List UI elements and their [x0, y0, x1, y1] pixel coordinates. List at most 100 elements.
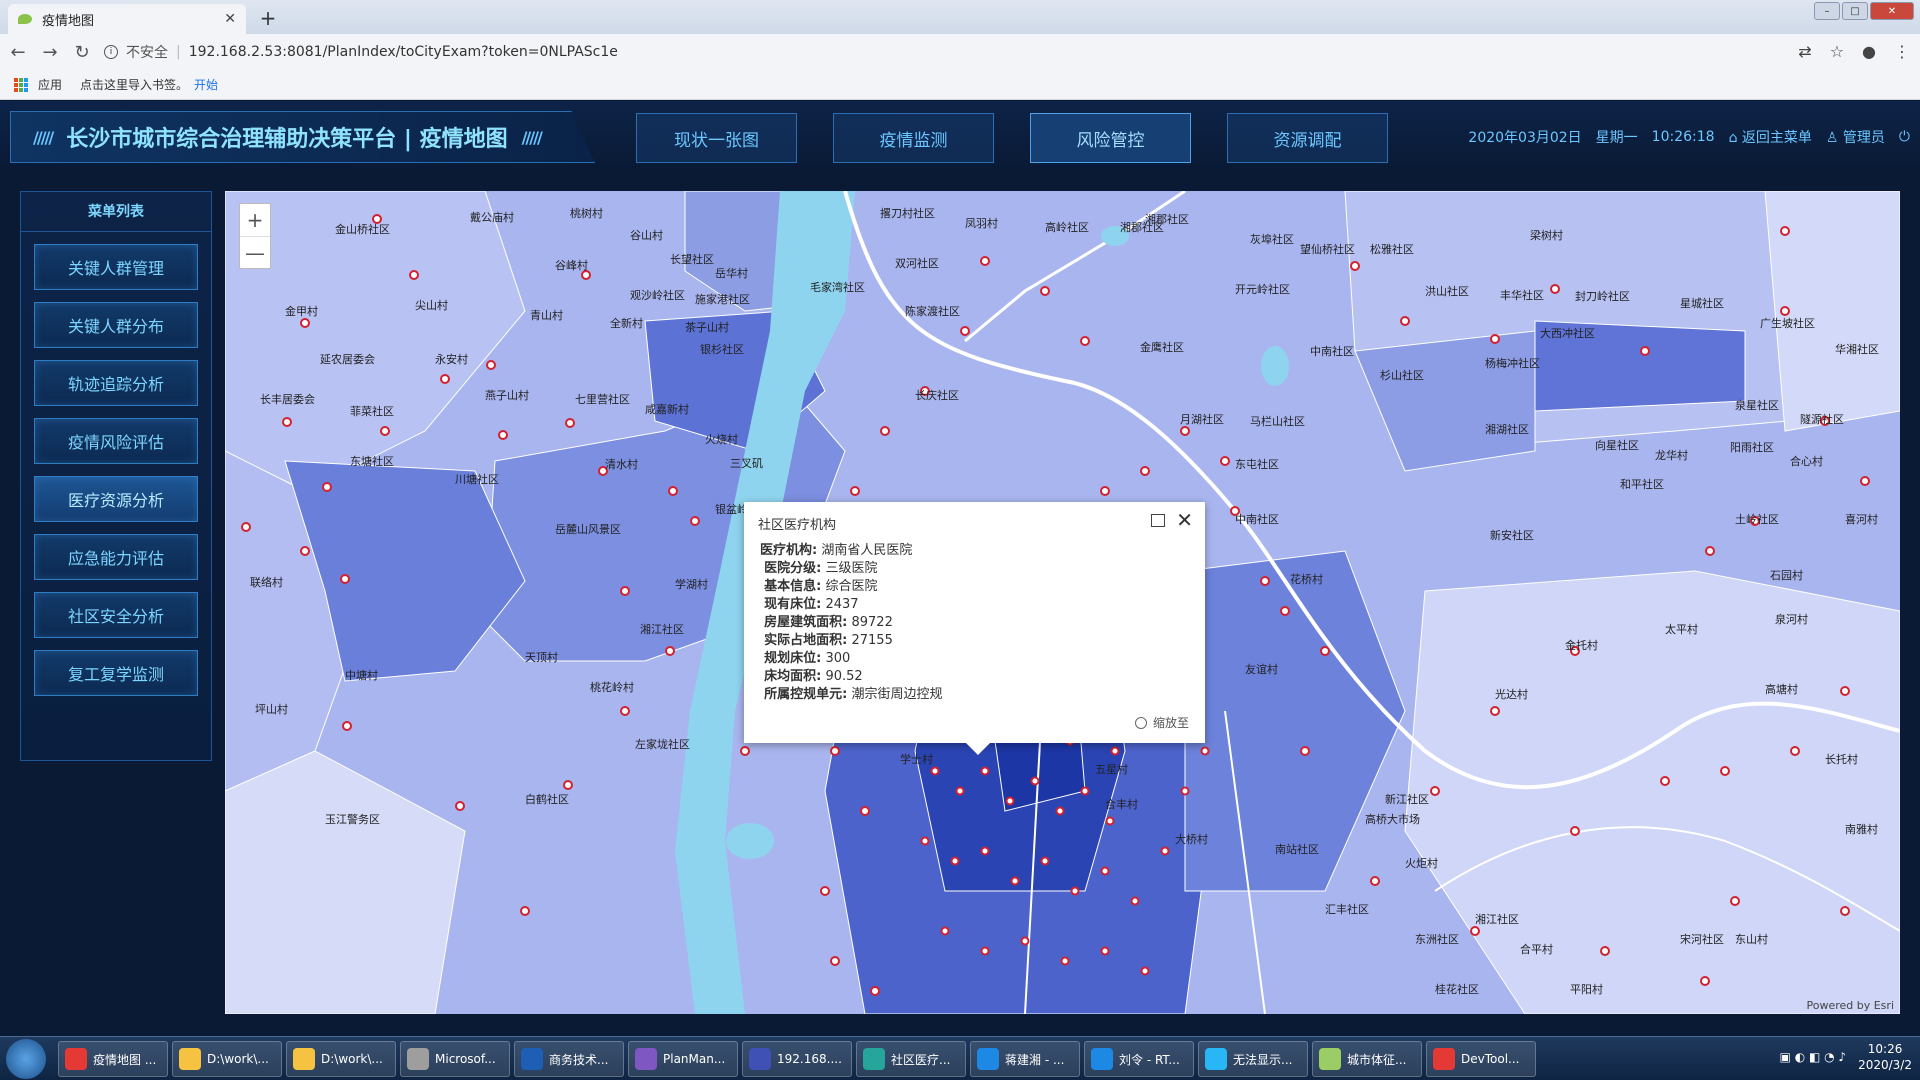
map-place-label: 三叉矶 [730, 457, 763, 470]
maximize-button[interactable]: □ [1842, 2, 1868, 20]
taskbar-task[interactable]: DevTool... [1426, 1041, 1536, 1077]
popup-row: 实际占地面积: 27155 [764, 633, 893, 648]
sidebar-item-key-people[interactable]: 关键人群管理 [34, 244, 198, 290]
taskbar-task[interactable]: D:\work\... [286, 1041, 396, 1077]
browser-titlebar: 疫情地图 ✕ + – □ ✕ [0, 0, 1920, 34]
app-icon [635, 1048, 657, 1070]
task-label: D:\work\... [207, 1052, 269, 1066]
bookmarks-start-link[interactable]: 开始 [194, 76, 218, 93]
taskbar-task[interactable]: 无法显示... [1198, 1041, 1308, 1077]
zoom-to-button[interactable]: 缩放至 [1134, 714, 1189, 731]
stripe-decoration-icon: ///// [33, 127, 54, 147]
map-place-label: 马栏山社区 [1250, 415, 1305, 428]
reload-icon[interactable]: ↻ [68, 42, 96, 63]
sidebar-item-trajectory[interactable]: 轨迹追踪分析 [34, 360, 198, 406]
home-button[interactable]: ⌂ 返回主菜单 [1729, 127, 1812, 147]
home-icon: ⌂ [1728, 130, 1738, 146]
map-place-label: 金甲村 [285, 305, 318, 318]
map-place-label: 金托村 [1565, 639, 1598, 652]
map-place-label: 中南社区 [1310, 345, 1354, 358]
map-place-label: 白鹤社区 [525, 793, 569, 806]
profile-icon[interactable]: ● [1862, 42, 1876, 61]
taskbar-task[interactable]: Microsof... [400, 1041, 510, 1077]
map-place-label: 联络村 [250, 576, 283, 589]
map-place-label: 太平村 [1665, 623, 1698, 636]
map-place-label: 大西冲社区 [1540, 327, 1595, 340]
map-place-label: 中塘村 [345, 669, 378, 682]
minimize-button[interactable]: – [1814, 2, 1840, 20]
sidebar-item-resume-work[interactable]: 复工复学监测 [34, 650, 198, 696]
power-icon[interactable]: ⏻ [1899, 129, 1910, 145]
task-label: D:\work\... [321, 1052, 383, 1066]
taskbar-task[interactable]: PlanMan... [628, 1041, 738, 1077]
taskbar-task[interactable]: 城市体征... [1312, 1041, 1422, 1077]
sidebar-item-key-distribution[interactable]: 关键人群分布 [34, 302, 198, 348]
url-field[interactable]: i 不安全 | 192.168.2.53:8081/PlanIndex/toCi… [104, 42, 618, 62]
map-place-label: 南站社区 [1275, 843, 1319, 856]
clock[interactable]: 10:26 2020/3/2 [1858, 1041, 1912, 1073]
app-icon [749, 1048, 771, 1070]
nav-epidemic-monitor[interactable]: 疫情监测 [833, 113, 994, 163]
sidebar-item-emergency[interactable]: 应急能力评估 [34, 534, 198, 580]
map-place-label: 开元岭社区 [1235, 283, 1290, 296]
map-place-label: 金山桥社区 [335, 223, 390, 236]
sidebar-title: 菜单列表 [21, 192, 211, 232]
taskbar-task[interactable]: 商务技术... [514, 1041, 624, 1077]
map-place-label: 火烧村 [705, 433, 738, 446]
map-place-label: 岳麓山风景区 [555, 523, 621, 536]
start-button[interactable] [6, 1039, 46, 1079]
bookmarks-apps-label[interactable]: 应用 [38, 76, 62, 93]
sidebar-item-risk-assessment[interactable]: 疫情风险评估 [34, 418, 198, 464]
taskbar-task[interactable]: 社区医疗... [856, 1041, 966, 1077]
app-icon [977, 1048, 999, 1070]
header-date: 2020年03月02日 [1468, 130, 1582, 146]
new-tab-button[interactable]: + [254, 6, 282, 30]
taskbar-task[interactable]: 刘令 - RT... [1084, 1041, 1194, 1077]
nav-risk-control[interactable]: 风险管控 [1030, 113, 1191, 163]
map-place-label: 延农居委会 [320, 353, 375, 366]
back-arrow-icon[interactable]: ← [4, 42, 32, 63]
app-icon [521, 1048, 543, 1070]
map-place-label: 喜河村 [1845, 513, 1878, 526]
zoom-out-button[interactable]: — [240, 236, 270, 268]
window-close-button[interactable]: ✕ [1870, 2, 1914, 20]
bookmark-star-icon[interactable]: ☆ [1830, 42, 1844, 61]
user-button[interactable]: ♙ 管理员 [1826, 127, 1885, 147]
menu-dots-icon[interactable]: ⋮ [1894, 42, 1910, 61]
zoom-in-button[interactable]: + [240, 204, 270, 236]
map-place-label: 学湖村 [675, 578, 708, 591]
nav-resource-dispatch[interactable]: 资源调配 [1227, 113, 1388, 163]
address-bar: ← → ↻ i 不安全 | 192.168.2.53:8081/PlanInde… [0, 34, 1920, 70]
map-place-label: 毛家湾社区 [810, 281, 865, 294]
forward-arrow-icon[interactable]: → [36, 42, 64, 63]
map-place-label: 坪山村 [255, 703, 288, 716]
map-place-label: 洪山社区 [1425, 285, 1469, 298]
nav-status-map[interactable]: 现状一张图 [636, 113, 797, 163]
taskbar-task[interactable]: 192.168.... [742, 1041, 852, 1077]
maximize-icon[interactable] [1151, 514, 1165, 527]
map-place-label: 东屯社区 [1235, 458, 1279, 471]
sidebar-item-medical-resources[interactable]: 医疗资源分析 [34, 476, 198, 522]
app-icon [1091, 1048, 1113, 1070]
taskbar-task[interactable]: D:\work\... [172, 1041, 282, 1077]
map-place-label: 菲菜社区 [350, 405, 394, 418]
taskbar-task[interactable]: 蒋建湘 - ... [970, 1041, 1080, 1077]
tray-icons[interactable]: ▣ ◐ ◧ ◔ ♪ [1780, 1050, 1847, 1064]
popup-close-icon[interactable]: ✕ [1176, 508, 1193, 532]
map-place-label: 青山村 [530, 309, 563, 322]
map-place-label: 花桥村 [1290, 573, 1323, 586]
task-label: 192.168.... [777, 1052, 842, 1066]
browser-tab[interactable]: 疫情地图 ✕ [8, 4, 246, 34]
info-icon[interactable]: i [104, 45, 118, 59]
app-header: ///// 长沙市城市综合治理辅助决策平台 | 疫情地图 ///// 现状一张图… [0, 101, 1920, 171]
sidebar-item-community-safety[interactable]: 社区安全分析 [34, 592, 198, 638]
taskbar-task[interactable]: 疫情地图 ... [58, 1041, 168, 1077]
close-icon[interactable]: ✕ [224, 11, 236, 27]
map-place-label: 燕子山村 [485, 389, 529, 402]
url-text[interactable]: 192.168.2.53:8081/PlanIndex/toCityExam?t… [189, 44, 618, 60]
map-place-label: 新江社区 [1385, 793, 1429, 806]
translate-icon[interactable]: ⇄ [1798, 42, 1811, 61]
apps-grid-icon[interactable] [14, 77, 28, 92]
map-place-label: 杨梅冲社区 [1485, 357, 1540, 370]
app-logo: ///// 长沙市城市综合治理辅助决策平台 | 疫情地图 ///// [10, 111, 595, 163]
